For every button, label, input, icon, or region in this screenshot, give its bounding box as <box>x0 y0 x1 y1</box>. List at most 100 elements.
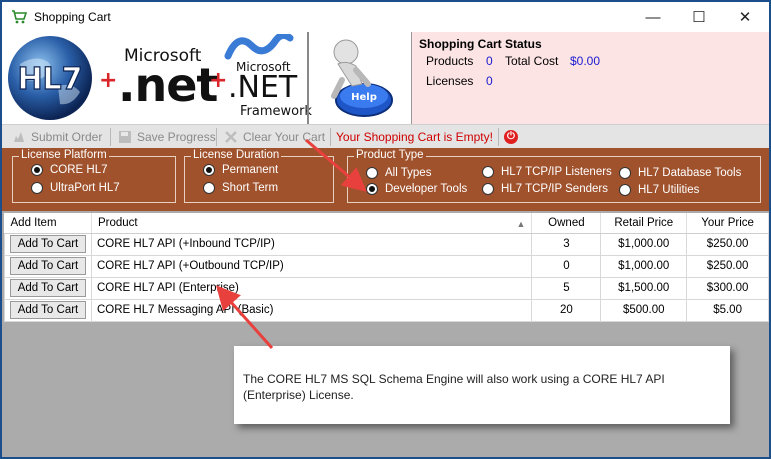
logo-text: HL7 <box>17 62 82 97</box>
add-cell: Add To Cart <box>4 298 92 322</box>
radio-hl7-tcpip-senders[interactable]: HL7 TCP/IP Senders <box>482 183 608 195</box>
plus-sign: + <box>99 68 118 93</box>
table-header-row: Add Item Product ▲ Owned Retail Price Yo… <box>4 213 769 234</box>
radio-dot <box>366 183 378 195</box>
retail-price-cell: $1,000.00 <box>600 232 688 256</box>
radio-dot <box>619 184 631 196</box>
radio-ultraport-hl7[interactable]: UltraPort HL7 <box>31 182 120 194</box>
table-row: Add To Cart CORE HL7 Messaging API (Basi… <box>4 298 769 322</box>
radio-label: HL7 Database Tools <box>638 167 742 179</box>
column-header-your-price[interactable]: Your Price <box>686 213 769 234</box>
owned-cell: 20 <box>531 298 602 322</box>
radio-dot <box>31 164 43 176</box>
retail-price-cell: $500.00 <box>600 298 688 322</box>
product-cell: CORE HL7 API (Enterprise) <box>90 276 533 300</box>
your-price-cell: $250.00 <box>686 254 769 278</box>
radio-permanent[interactable]: Permanent <box>203 164 278 176</box>
product-type-legend: Product Type <box>354 149 426 161</box>
license-duration-group: License Duration Permanent Short Term <box>184 149 334 203</box>
plus-sign-2: + <box>209 68 228 93</box>
product-cell: CORE HL7 API (+Outbound TCP/IP) <box>90 254 533 278</box>
add-to-cart-button[interactable]: Add To Cart <box>10 279 86 297</box>
radio-label: Developer Tools <box>385 183 468 195</box>
radio-label: UltraPort HL7 <box>50 182 120 194</box>
retail-price-cell: $1,000.00 <box>600 254 688 278</box>
column-header-product[interactable]: Product ▲ <box>91 213 533 234</box>
table-row: Add To Cart CORE HL7 API (+Inbound TCP/I… <box>4 232 769 256</box>
licenses-count: 0 <box>486 74 493 88</box>
radio-dot <box>482 183 494 195</box>
license-platform-group: License Platform CORE HL7 UltraPort HL7 <box>12 149 176 203</box>
add-to-cart-button[interactable]: Add To Cart <box>10 257 86 275</box>
dotnet-wave-icon <box>224 34 294 60</box>
radio-all-types[interactable]: All Types <box>366 167 431 179</box>
your-price-cell: $5.00 <box>686 298 769 322</box>
submit-order-button[interactable]: Submit Order <box>12 129 102 145</box>
sort-ascending-icon: ▲ <box>516 218 526 229</box>
column-header-add-item[interactable]: Add Item <box>4 213 92 234</box>
total-cost-value: $0.00 <box>570 54 601 68</box>
licenses-label: Licenses <box>426 74 474 88</box>
clear-x-icon <box>225 131 237 143</box>
banner: HL7 + Microsoft .net + Microsoft .NET Fr… <box>2 32 769 124</box>
toolbar-separator <box>330 128 331 146</box>
hl7-globe-logo: HL7 <box>8 36 92 120</box>
save-disk-icon <box>119 131 131 143</box>
radio-label: Permanent <box>222 164 279 176</box>
net-logo-text: .NET <box>228 70 298 105</box>
radio-label: CORE HL7 <box>50 164 108 176</box>
shopping-cart-icon <box>12 10 27 24</box>
submit-order-label: Submit Order <box>31 130 103 144</box>
column-header-label: Product <box>98 216 138 229</box>
framework-label: Framework <box>240 104 312 119</box>
add-cell: Add To Cart <box>4 254 92 278</box>
owned-cell: 0 <box>531 254 602 278</box>
toolbar-separator <box>216 128 217 146</box>
radio-hl7-utilities[interactable]: HL7 Utilities <box>619 184 699 196</box>
help-button-figure-icon[interactable]: Help <box>312 34 408 122</box>
window-title: Shopping Cart <box>34 10 111 24</box>
annotation-callout: The CORE HL7 MS SQL Schema Engine will a… <box>234 346 730 424</box>
maximize-button[interactable]: ☐ <box>676 2 722 32</box>
radio-dot <box>482 166 494 178</box>
radio-label: All Types <box>385 167 432 179</box>
radio-label: Short Term <box>222 182 279 194</box>
toolbar-separator <box>110 128 111 146</box>
radio-core-hl7[interactable]: CORE HL7 <box>31 164 108 176</box>
radio-short-term[interactable]: Short Term <box>203 182 278 194</box>
radio-label: HL7 Utilities <box>638 184 700 196</box>
table-row: Add To Cart CORE HL7 API (Enterprise) 5 … <box>4 276 769 300</box>
retail-price-cell: $1,500.00 <box>600 276 688 300</box>
add-cell: Add To Cart <box>4 232 92 256</box>
your-price-cell: $250.00 <box>686 232 769 256</box>
owned-cell: 3 <box>531 232 602 256</box>
submit-order-icon <box>14 132 24 142</box>
power-icon[interactable]: ⏻ <box>504 130 518 144</box>
radio-developer-tools[interactable]: Developer Tools <box>366 183 467 195</box>
product-cell: CORE HL7 API (+Inbound TCP/IP) <box>90 232 533 256</box>
save-progress-button[interactable]: Save Progress <box>118 129 216 145</box>
column-header-owned[interactable]: Owned <box>531 213 602 234</box>
radio-hl7-tcpip-listeners[interactable]: HL7 TCP/IP Listeners <box>482 166 612 178</box>
minimize-button[interactable]: — <box>630 2 676 32</box>
clear-cart-label: Clear Your Cart <box>243 130 326 144</box>
your-price-cell: $300.00 <box>686 276 769 300</box>
add-to-cart-button[interactable]: Add To Cart <box>10 235 86 253</box>
column-header-retail-price[interactable]: Retail Price <box>600 213 688 234</box>
clear-cart-button[interactable]: Clear Your Cart <box>224 129 325 145</box>
radio-dot <box>203 182 215 194</box>
banner-divider <box>307 32 309 124</box>
radio-hl7-database-tools[interactable]: HL7 Database Tools <box>619 167 741 179</box>
owned-cell: 5 <box>531 276 602 300</box>
radio-dot <box>31 182 43 194</box>
radio-label: HL7 TCP/IP Listeners <box>501 166 612 178</box>
product-type-group: Product Type All Types Developer Tools H… <box>347 149 761 203</box>
products-label: Products <box>426 54 474 68</box>
title-bar: Shopping Cart — ☐ ✕ <box>2 2 769 32</box>
help-label: Help <box>351 92 377 103</box>
close-button[interactable]: ✕ <box>722 2 768 32</box>
dotnet-logo-text: .net <box>118 58 218 112</box>
add-to-cart-button[interactable]: Add To Cart <box>10 301 86 319</box>
cart-empty-message: Your Shopping Cart is Empty! <box>336 130 493 144</box>
radio-label: HL7 TCP/IP Senders <box>501 183 608 195</box>
